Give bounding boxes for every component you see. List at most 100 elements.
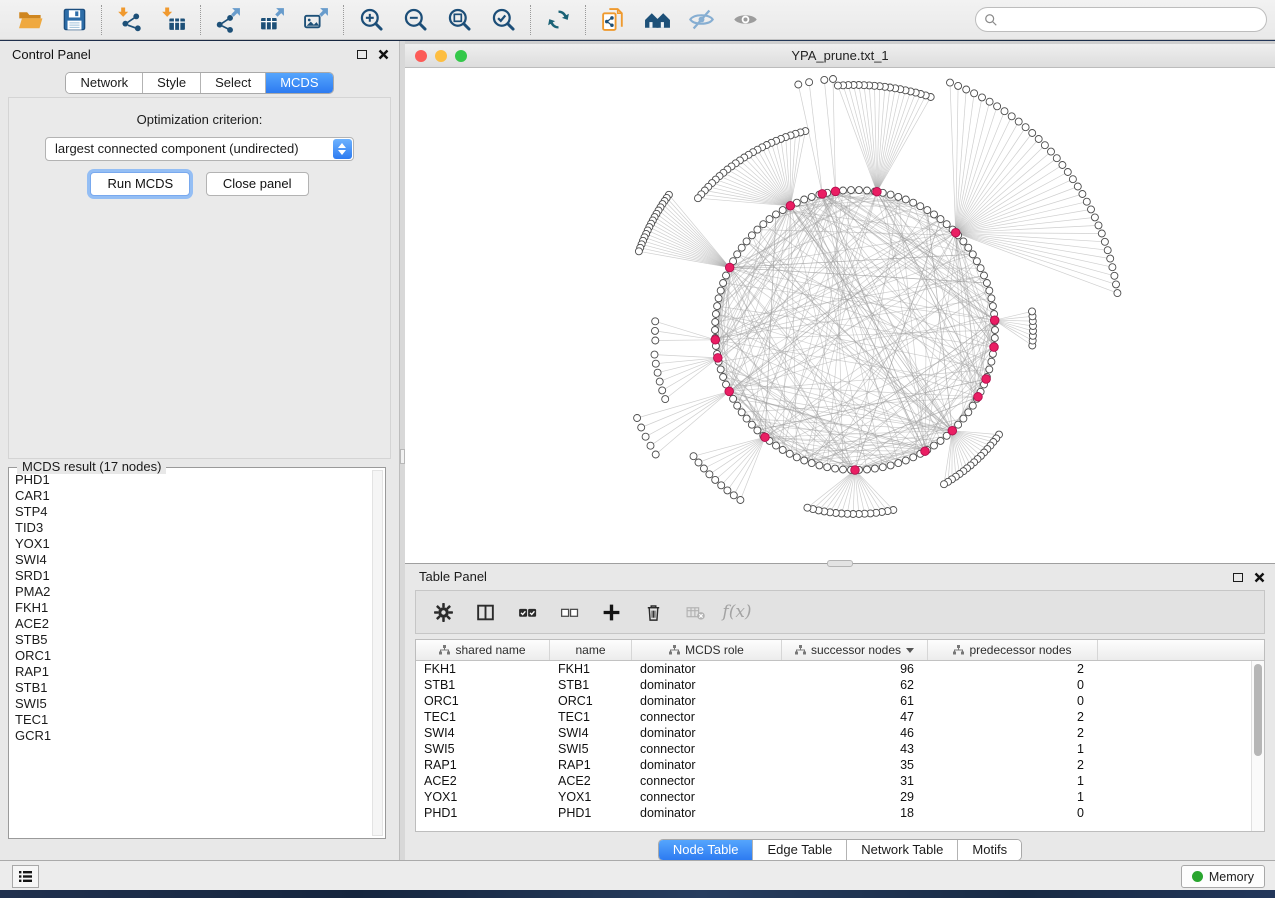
close-panel-button[interactable]: Close panel — [206, 172, 309, 196]
network-node[interactable] — [773, 211, 780, 218]
network-node[interactable] — [734, 251, 741, 258]
mcds-node[interactable] — [948, 426, 957, 435]
mcds-result-item[interactable]: RAP1 — [13, 664, 369, 680]
table-row[interactable]: SWI5SWI5connector431 — [416, 741, 1264, 757]
add-column-button[interactable] — [598, 599, 624, 625]
network-node[interactable] — [743, 238, 750, 245]
mcds-result-list[interactable]: PHD1CAR1STP4TID3YOX1SWI4SRD1PMA2FKH1ACE2… — [13, 472, 369, 834]
network-node[interactable] — [737, 497, 744, 504]
table-cell[interactable]: SWI5 — [416, 741, 550, 757]
table-cell[interactable]: 2 — [928, 757, 1098, 773]
mcds-node[interactable] — [974, 393, 983, 402]
delete-table-button[interactable] — [682, 599, 708, 625]
network-node[interactable] — [779, 207, 786, 214]
network-node[interactable] — [695, 459, 702, 466]
column-header-mcds-role[interactable]: MCDS role — [632, 640, 782, 660]
export-image-button[interactable] — [294, 3, 338, 37]
zoom-in-button[interactable] — [349, 3, 393, 37]
network-node[interactable] — [1088, 206, 1095, 213]
delete-column-button[interactable] — [640, 599, 666, 625]
table-cell[interactable]: 0 — [928, 677, 1098, 693]
table-cell[interactable]: ACE2 — [550, 773, 632, 789]
table-cell[interactable]: 61 — [782, 693, 928, 709]
network-node[interactable] — [730, 492, 737, 499]
network-node[interactable] — [1035, 136, 1042, 143]
show-all-button[interactable] — [723, 3, 767, 37]
network-node[interactable] — [1029, 130, 1036, 137]
network-node[interactable] — [1064, 169, 1071, 176]
mcds-node[interactable] — [725, 387, 734, 396]
import-table-button[interactable] — [151, 3, 195, 37]
network-node[interactable] — [712, 476, 719, 483]
network-node[interactable] — [937, 437, 944, 444]
network-node[interactable] — [647, 442, 654, 449]
network-node[interactable] — [654, 369, 661, 376]
table-cell[interactable]: 35 — [782, 757, 928, 773]
toggle-column-panel-button[interactable] — [472, 599, 498, 625]
table-row[interactable]: YOX1YOX1connector291 — [416, 789, 1264, 805]
table-cell[interactable]: PHD1 — [416, 805, 550, 821]
network-node[interactable] — [714, 303, 721, 310]
table-cell[interactable]: 18 — [782, 805, 928, 821]
network-node[interactable] — [635, 248, 642, 255]
zoom-selected-button[interactable] — [481, 3, 525, 37]
network-node[interactable] — [1022, 124, 1029, 131]
table-cell[interactable]: SWI4 — [550, 725, 632, 741]
table-cell[interactable]: 1 — [928, 789, 1098, 805]
network-node[interactable] — [652, 451, 659, 458]
network-node[interactable] — [895, 193, 902, 200]
tab-network[interactable]: Network — [66, 73, 143, 93]
network-node[interactable] — [743, 415, 750, 422]
mcds-node[interactable] — [982, 375, 991, 384]
network-node[interactable] — [659, 387, 666, 394]
network-node[interactable] — [965, 244, 972, 251]
network-node[interactable] — [723, 272, 730, 279]
select-all-rows-button[interactable] — [514, 599, 540, 625]
table-cell[interactable]: STB1 — [416, 677, 550, 693]
network-canvas-area[interactable] — [405, 68, 1275, 563]
network-node[interactable] — [864, 466, 871, 473]
network-node[interactable] — [1113, 281, 1120, 288]
column-header-shared-name[interactable]: shared name — [416, 640, 550, 660]
network-node[interactable] — [786, 450, 793, 457]
network-node[interactable] — [712, 311, 719, 318]
network-node[interactable] — [832, 465, 839, 472]
zoom-fit-button[interactable] — [437, 3, 481, 37]
network-node[interactable] — [941, 481, 948, 488]
network-node[interactable] — [656, 378, 663, 385]
network-node[interactable] — [977, 265, 984, 272]
table-cell[interactable]: 2 — [928, 725, 1098, 741]
search-input[interactable] — [1004, 12, 1258, 27]
table-cell[interactable]: connector — [632, 741, 782, 757]
network-node[interactable] — [840, 466, 847, 473]
tab-select[interactable]: Select — [201, 73, 266, 93]
close-panel-icon[interactable] — [1254, 572, 1265, 583]
table-cell[interactable]: 46 — [782, 725, 928, 741]
network-node[interactable] — [734, 402, 741, 409]
mcds-node[interactable] — [761, 433, 770, 442]
mcds-result-item[interactable]: PHD1 — [13, 472, 369, 488]
network-node[interactable] — [1104, 247, 1111, 254]
network-node[interactable] — [804, 504, 811, 511]
network-node[interactable] — [652, 360, 659, 367]
network-node[interactable] — [871, 465, 878, 472]
network-node[interactable] — [1059, 162, 1066, 169]
table-row[interactable]: ORC1ORC1dominator610 — [416, 693, 1264, 709]
network-node[interactable] — [887, 191, 894, 198]
column-header-name[interactable]: name — [550, 640, 632, 660]
network-node[interactable] — [634, 415, 641, 422]
network-node[interactable] — [779, 446, 786, 453]
table-cell[interactable]: TEC1 — [550, 709, 632, 725]
network-node[interactable] — [1053, 155, 1060, 162]
network-node[interactable] — [910, 454, 917, 461]
network-node[interactable] — [965, 409, 972, 416]
export-table-button[interactable] — [250, 3, 294, 37]
network-node[interactable] — [963, 86, 970, 93]
network-node[interactable] — [754, 427, 761, 434]
memory-button[interactable]: Memory — [1181, 865, 1265, 888]
function-builder-button[interactable]: f(x) — [724, 599, 750, 625]
table-row[interactable]: TEC1TEC1connector472 — [416, 709, 1264, 725]
tab-style[interactable]: Style — [143, 73, 201, 93]
mcds-node[interactable] — [725, 263, 734, 272]
network-node[interactable] — [642, 433, 649, 440]
